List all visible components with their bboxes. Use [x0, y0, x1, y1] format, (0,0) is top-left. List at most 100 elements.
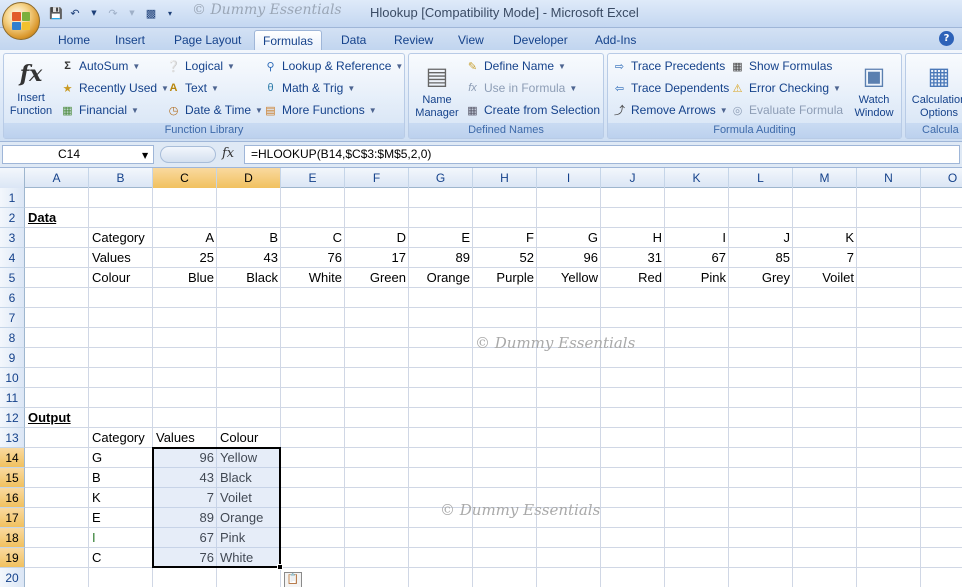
category-cell[interactable]: A: [153, 228, 217, 248]
name-box[interactable]: C14: [2, 145, 154, 164]
category-cell[interactable]: I: [665, 228, 729, 248]
customize-qat-icon[interactable]: ▾: [162, 5, 178, 21]
output-category-cell[interactable]: I: [89, 528, 153, 548]
trace-dependents-button[interactable]: ⇦ Trace Dependents: [612, 78, 729, 98]
watch-window-button[interactable]: ▣ Watch Window: [848, 60, 900, 120]
colour-cell[interactable]: Voilet: [793, 268, 857, 288]
insert-function-button[interactable]: fx Insert Function: [7, 58, 55, 118]
column-header-h[interactable]: H: [473, 168, 537, 188]
tab-view[interactable]: View: [450, 30, 492, 50]
row-header-4[interactable]: 4: [0, 248, 25, 268]
evaluate-formula-button[interactable]: ◎ Evaluate Formula: [730, 100, 843, 120]
output-category-cell[interactable]: K: [89, 488, 153, 508]
category-cell[interactable]: F: [473, 228, 537, 248]
define-name-button[interactable]: ✎ Define Name ▼: [465, 56, 566, 76]
row-header-8[interactable]: 8: [0, 328, 25, 348]
name-manager-button[interactable]: ▤ Name Manager: [411, 60, 463, 120]
category-cell[interactable]: G: [537, 228, 601, 248]
chevron-down-icon[interactable]: ▼: [142, 151, 148, 160]
output-value-cell[interactable]: 76: [153, 548, 217, 568]
colour-cell[interactable]: Black: [217, 268, 281, 288]
row-header-13[interactable]: 13: [0, 428, 25, 448]
recently-used-button[interactable]: ★ Recently Used ▼: [60, 78, 169, 98]
column-header-j[interactable]: J: [601, 168, 665, 188]
tab-add-ins[interactable]: Add-Ins: [587, 30, 644, 50]
value-cell[interactable]: 7: [793, 248, 857, 268]
category-cell[interactable]: E: [409, 228, 473, 248]
row-label-cell[interactable]: Values: [89, 248, 153, 268]
tab-data[interactable]: Data: [333, 30, 374, 50]
undo-icon[interactable]: ↶: [67, 5, 83, 21]
fill-handle[interactable]: [277, 564, 283, 570]
output-category-cell[interactable]: B: [89, 468, 153, 488]
text-button[interactable]: A Text ▼: [166, 78, 219, 98]
column-header-e[interactable]: E: [281, 168, 345, 188]
row-header-20[interactable]: 20: [0, 568, 25, 587]
colour-cell[interactable]: Purple: [473, 268, 537, 288]
data-heading[interactable]: Data: [25, 208, 89, 228]
paste-options-icon[interactable]: 📋: [284, 572, 302, 587]
value-cell[interactable]: 31: [601, 248, 665, 268]
column-header-n[interactable]: N: [857, 168, 921, 188]
date-time-button[interactable]: ◷ Date & Time ▼: [166, 100, 263, 120]
chevron-down-icon[interactable]: ▼: [86, 5, 102, 21]
category-cell[interactable]: D: [345, 228, 409, 248]
row-header-7[interactable]: 7: [0, 308, 25, 328]
category-cell[interactable]: C: [281, 228, 345, 248]
cells-area[interactable]: Data Category Values Colour A 25 Blue B 43 Black C…: [25, 188, 962, 587]
row-header-19[interactable]: 19: [0, 548, 25, 568]
output-category-cell[interactable]: C: [89, 548, 153, 568]
column-header-f[interactable]: F: [345, 168, 409, 188]
value-cell[interactable]: 76: [281, 248, 345, 268]
category-cell[interactable]: J: [729, 228, 793, 248]
column-header-a[interactable]: A: [25, 168, 89, 188]
row-header-14[interactable]: 14: [0, 448, 25, 468]
tab-review[interactable]: Review: [386, 30, 441, 50]
remove-arrows-button[interactable]: ⤴ Remove Arrows ▼: [612, 100, 728, 120]
row-header-11[interactable]: 11: [0, 388, 25, 408]
output-header-cell[interactable]: Category: [89, 428, 153, 448]
formula-input[interactable]: =HLOOKUP(B14,$C$3:$M$5,2,0): [244, 145, 960, 164]
colour-cell[interactable]: Grey: [729, 268, 793, 288]
worksheet-grid[interactable]: ABCDEFGHIJKLMNO 1 2 3 4 5 6 7 8 9 10 11 12 13 14 15 16 1…: [0, 168, 962, 587]
colour-cell[interactable]: Red: [601, 268, 665, 288]
output-colour-cell[interactable]: Voilet: [217, 488, 281, 508]
value-cell[interactable]: 85: [729, 248, 793, 268]
value-cell[interactable]: 17: [345, 248, 409, 268]
tab-page-layout[interactable]: Page Layout: [166, 30, 249, 50]
colour-cell[interactable]: Blue: [153, 268, 217, 288]
row-header-12[interactable]: 12: [0, 408, 25, 428]
camera-icon[interactable]: ▩: [143, 5, 159, 21]
show-formulas-button[interactable]: ▦ Show Formulas: [730, 56, 832, 76]
colour-cell[interactable]: Pink: [665, 268, 729, 288]
output-colour-cell[interactable]: Pink: [217, 528, 281, 548]
row-header-6[interactable]: 6: [0, 288, 25, 308]
math-trig-button[interactable]: θ Math & Trig ▼: [263, 78, 355, 98]
output-colour-cell[interactable]: Yellow: [217, 448, 281, 468]
value-cell[interactable]: 96: [537, 248, 601, 268]
value-cell[interactable]: 43: [217, 248, 281, 268]
output-value-cell[interactable]: 7: [153, 488, 217, 508]
column-header-k[interactable]: K: [665, 168, 729, 188]
row-header-2[interactable]: 2: [0, 208, 25, 228]
value-cell[interactable]: 89: [409, 248, 473, 268]
row-header-3[interactable]: 3: [0, 228, 25, 248]
value-cell[interactable]: 67: [665, 248, 729, 268]
row-label-cell[interactable]: Category: [89, 228, 153, 248]
colour-cell[interactable]: Green: [345, 268, 409, 288]
help-icon[interactable]: ?: [939, 31, 954, 46]
output-category-cell[interactable]: G: [89, 448, 153, 468]
category-cell[interactable]: K: [793, 228, 857, 248]
output-header-cell[interactable]: Colour: [217, 428, 281, 448]
row-header-16[interactable]: 16: [0, 488, 25, 508]
value-cell[interactable]: 25: [153, 248, 217, 268]
office-button[interactable]: [2, 2, 40, 40]
value-cell[interactable]: 52: [473, 248, 537, 268]
column-header-o[interactable]: O: [921, 168, 962, 188]
column-header-l[interactable]: L: [729, 168, 793, 188]
financial-button[interactable]: ▦ Financial ▼: [60, 100, 139, 120]
fx-icon[interactable]: fx: [222, 146, 234, 161]
row-header-18[interactable]: 18: [0, 528, 25, 548]
column-header-g[interactable]: G: [409, 168, 473, 188]
colour-cell[interactable]: White: [281, 268, 345, 288]
